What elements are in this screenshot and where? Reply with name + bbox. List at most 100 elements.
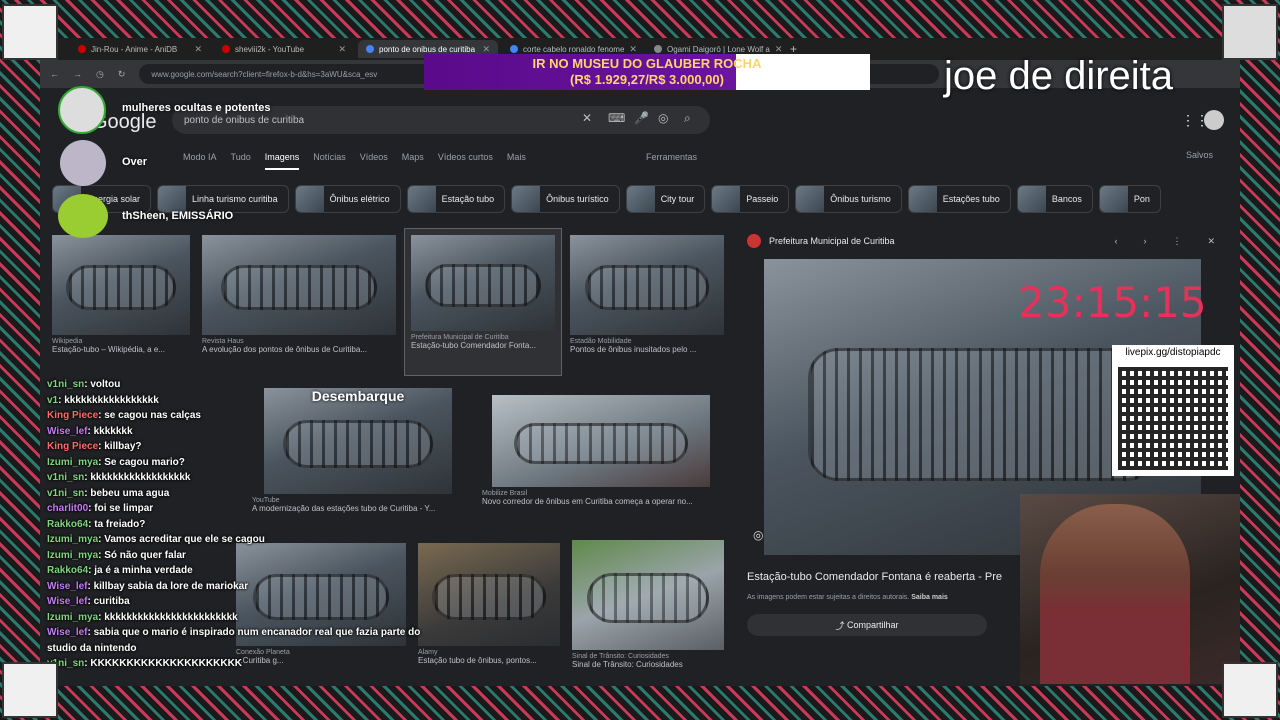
donation-goal-banner: IR NO MUSEU DO GLAUBER ROCHA (R$ 1.929,2… <box>424 54 870 90</box>
chip[interactable]: Linha turismo curitiba <box>157 185 289 213</box>
chat-line: Izumi_mya: Vamos acreditar que ele se ca… <box>47 534 265 545</box>
close-icon[interactable]: ✕ <box>194 44 202 55</box>
close-icon[interactable]: ✕ <box>629 44 637 55</box>
result-image[interactable] <box>570 235 724 335</box>
nav-videos-curtos[interactable]: Vídeos curtos <box>438 152 493 170</box>
lens-icon[interactable]: ◎ <box>753 528 763 542</box>
nav-videos[interactable]: Vídeos <box>360 152 388 170</box>
clear-icon[interactable]: ✕ <box>582 111 592 125</box>
corner-avatar <box>1222 662 1278 718</box>
learn-more-link[interactable]: Saiba mais <box>911 594 948 601</box>
nav-imagens[interactable]: Imagens <box>264 152 300 170</box>
chat-line: v1ni_sn: bebeu uma agua <box>47 487 170 499</box>
stream-chat: v1ni_sn: voltou v1: kkkkkkkkkkkkkkkkk Ki… <box>47 377 447 672</box>
more-icon[interactable]: ⋮ <box>1172 236 1181 247</box>
nav-maps[interactable]: Maps <box>402 152 424 170</box>
chat-line: charlit00: foi se limpar <box>47 503 154 514</box>
result-card[interactable]: Revista Haus A evolução dos pontos de ôn… <box>202 235 396 375</box>
close-icon[interactable]: ✕ <box>338 44 346 55</box>
tools-button[interactable]: Ferramentas <box>646 152 697 162</box>
back-icon[interactable]: ← <box>50 69 59 79</box>
tab-anidb[interactable]: Jin-Rou - Anime - AniDB ✕ <box>70 40 210 58</box>
chip-thumbnail <box>1099 186 1128 212</box>
webcam-feed <box>1020 494 1240 684</box>
close-icon[interactable]: ✕ <box>482 44 490 55</box>
follower-name: Over <box>122 156 148 168</box>
chat-line: Wise_lef: curitiba <box>47 596 130 607</box>
follower-avatar <box>60 140 106 186</box>
result-card[interactable]: Estadão Mobilidade Pontos de ônibus inus… <box>570 235 724 375</box>
related-chips: Energia solar Linha turismo curitiba Ôni… <box>52 185 1161 213</box>
chip[interactable]: Estação tubo <box>406 185 506 213</box>
prev-icon[interactable]: ‹ <box>1114 236 1117 246</box>
follower-avatar <box>58 86 106 134</box>
close-icon[interactable]: ✕ <box>775 44 783 55</box>
chat-line: Izumi_mya: Se cagou mario? <box>47 456 185 468</box>
saved-button[interactable]: Salvos <box>1186 150 1213 160</box>
chat-line: Wise_lef: kkkkkkk <box>47 425 133 437</box>
chip[interactable]: City tour <box>625 185 706 213</box>
share-icon: ⤴ <box>835 620 847 631</box>
chip[interactable]: Bancos <box>1016 185 1093 213</box>
corner-avatar <box>2 4 58 60</box>
result-image[interactable] <box>572 540 724 650</box>
follower-name: thSheen, EMISSÁRIO <box>122 210 234 222</box>
chat-line: Izumi_mya: kkkkkkkkkkkkkkkkkkkkkkkk <box>47 611 238 623</box>
panel-header: Prefeitura Municipal de Curitiba ‹ › ⋮ ✕ <box>737 228 1225 254</box>
chip-thumbnail <box>158 186 187 212</box>
chip-thumbnail <box>626 186 655 212</box>
wiki-icon <box>654 45 662 53</box>
search-icon[interactable]: ⌕ <box>684 111 691 126</box>
google-icon <box>366 45 374 53</box>
nav-mais[interactable]: Mais <box>507 152 526 170</box>
follower-name: mulheres ocultas e potentes <box>122 102 271 114</box>
result-image[interactable] <box>52 235 190 335</box>
chip[interactable]: Ônibus turismo <box>795 185 902 213</box>
share-button[interactable]: ⤴ Compartilhar <box>747 614 987 636</box>
chip-thumbnail <box>712 186 741 212</box>
nav-noticias[interactable]: Notícias <box>313 152 346 170</box>
chip-thumbnail <box>407 186 436 212</box>
chip-thumbnail <box>1017 186 1046 212</box>
chip[interactable]: Pon <box>1098 185 1161 213</box>
history-icon[interactable]: ◷ <box>96 69 104 80</box>
chat-line: King Piece: killbay? <box>47 441 142 452</box>
chip[interactable]: Estações tubo <box>907 185 1011 213</box>
lens-icon[interactable]: ◎ <box>658 111 668 125</box>
chat-line: Wise_lef: sabia que o mario é inspirado … <box>47 627 421 654</box>
search-nav: Modo IA Tudo Imagens Notícias Vídeos Map… <box>183 152 526 170</box>
site-favicon-icon <box>747 234 761 248</box>
forward-icon[interactable]: → <box>73 69 82 79</box>
result-image[interactable] <box>411 235 555 331</box>
preview-title[interactable]: Estação-tubo Comendador Fontana é reaber… <box>747 571 1002 583</box>
next-icon[interactable]: › <box>1143 236 1146 246</box>
tab-youtube[interactable]: sheviii2k - YouTube ✕ <box>214 40 354 58</box>
result-image[interactable] <box>492 395 710 487</box>
nav-modo-ia[interactable]: Modo IA <box>183 152 217 170</box>
result-image[interactable] <box>202 235 396 335</box>
result-card-selected[interactable]: Prefeitura Municipal de Curitiba Estação… <box>404 228 562 376</box>
result-card[interactable]: Wikipedia Estação-tubo – Wikipédia, a e.… <box>52 235 190 375</box>
keyboard-icon[interactable]: ⌨ <box>608 111 625 125</box>
qr-code <box>1112 361 1234 476</box>
account-avatar[interactable] <box>1204 110 1224 130</box>
qr-label: livepix.gg/distopiapdc <box>1112 345 1234 361</box>
mic-icon[interactable]: 🎤 <box>634 111 649 125</box>
tab-favicon-icon <box>78 45 86 53</box>
corner-avatar <box>2 662 58 718</box>
result-card[interactable]: Sinal de Trânsito: Curiosidades Sinal de… <box>572 540 724 683</box>
close-icon[interactable]: ✕ <box>1207 236 1215 247</box>
google-icon <box>510 45 518 53</box>
chip[interactable]: Ônibus turístico <box>511 185 620 213</box>
follower-avatar <box>58 194 108 238</box>
chat-line: Rakko64: ja é a minha verdade <box>47 565 193 576</box>
youtube-icon <box>222 45 230 53</box>
chip[interactable]: Ônibus elétrico <box>294 185 401 213</box>
chat-line: v1ni_sn: KKKKKKKKKKKKKKKKKKKKK <box>47 658 243 669</box>
chip[interactable]: Passeio <box>711 185 790 213</box>
chat-line: v1ni_sn: kkkkkkkkkkkkkkkkkk <box>47 472 191 483</box>
nav-tudo[interactable]: Tudo <box>231 152 251 170</box>
reload-icon[interactable]: ↻ <box>118 69 126 80</box>
result-card[interactable]: Mobilize Brasil Novo corredor de ônibus … <box>482 395 724 528</box>
copyright-note: As imagens podem estar sujeitas a direit… <box>747 594 948 601</box>
